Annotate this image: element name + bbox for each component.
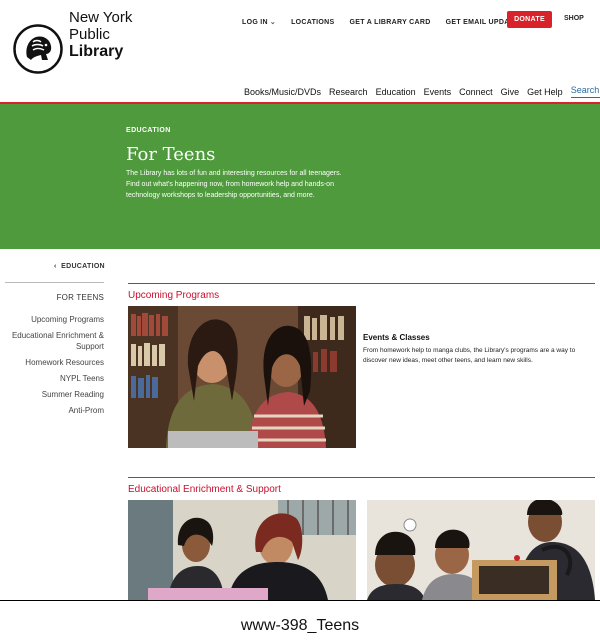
brand-wordmark[interactable]: New York Public Library (69, 9, 132, 60)
nypl-lion-logo-icon[interactable] (13, 24, 63, 74)
events-classes-title[interactable]: Events & Classes (363, 333, 430, 342)
sidebar-item-homework-resources[interactable]: Homework Resources (5, 357, 104, 368)
locations-link[interactable]: LOCATIONS (291, 19, 334, 26)
main-nav: Books/Music/DVDs Research Education Even… (244, 85, 600, 98)
page: New York Public Library LOG IN ⌄ LOCATION… (0, 0, 600, 600)
back-label: EDUCATION (61, 263, 105, 270)
brand-line-2: Public (69, 26, 110, 43)
nav-books-music-dvds[interactable]: Books/Music/DVDs (244, 87, 321, 97)
search-button[interactable]: Search (570, 85, 600, 98)
caption-divider (0, 600, 600, 601)
breadcrumb-back-link[interactable]: ‹ EDUCATION (54, 263, 105, 270)
enrichment-photo-1[interactable] (128, 500, 356, 600)
screenshot-caption: www-398_Teens (240, 617, 360, 634)
sidebar-nav: FOR TEENS Upcoming Programs Educational … (5, 292, 104, 421)
hero-banner: EDUCATION For Teens The Library has lots… (0, 104, 600, 249)
sidebar-current-item: FOR TEENS (56, 293, 104, 302)
donate-button[interactable]: DONATE (507, 11, 552, 28)
login-link[interactable]: LOG IN ⌄ (242, 18, 277, 27)
events-classes-description: From homework help to manga clubs, the L… (363, 347, 576, 364)
section-title-upcoming[interactable]: Upcoming Programs (128, 290, 219, 301)
nav-connect[interactable]: Connect (459, 87, 493, 97)
brand-line-3: Library (69, 43, 124, 60)
shop-link[interactable]: SHOP (564, 15, 584, 22)
search-label: Search (570, 85, 600, 95)
nav-give[interactable]: Give (501, 87, 520, 97)
hero-description: The Library has lots of fun and interest… (126, 170, 342, 199)
nav-research[interactable]: Research (329, 87, 368, 97)
library-card-link[interactable]: GET A LIBRARY CARD (350, 19, 431, 26)
sidebar-item-anti-prom[interactable]: Anti-Prom (5, 405, 104, 416)
events-classes-photo[interactable] (128, 306, 356, 448)
sidebar-divider (5, 282, 104, 283)
section-title-enrichment[interactable]: Educational Enrichment & Support (128, 484, 281, 495)
chevron-down-icon: ⌄ (269, 19, 277, 26)
brand-line-1: New York (69, 9, 133, 26)
login-label: LOG IN (242, 18, 268, 26)
section-divider (128, 283, 595, 284)
sidebar-item-summer-reading[interactable]: Summer Reading (5, 389, 104, 400)
nav-events[interactable]: Events (424, 87, 452, 97)
sidebar-item-educational-enrichment[interactable]: Educational Enrichment & Support (5, 330, 104, 352)
sidebar-item-nypl-teens[interactable]: NYPL Teens (5, 373, 104, 384)
enrichment-photo-2[interactable] (367, 500, 595, 600)
section-divider (128, 477, 595, 478)
sidebar-item-upcoming-programs[interactable]: Upcoming Programs (5, 314, 104, 325)
utility-nav: LOG IN ⌄ LOCATIONS GET A LIBRARY CARD GET… (242, 15, 547, 29)
hero-kicker[interactable]: EDUCATION (126, 127, 171, 134)
nav-get-help[interactable]: Get Help (527, 87, 563, 97)
page-title: For Teens (126, 144, 216, 165)
nav-education[interactable]: Education (376, 87, 416, 97)
